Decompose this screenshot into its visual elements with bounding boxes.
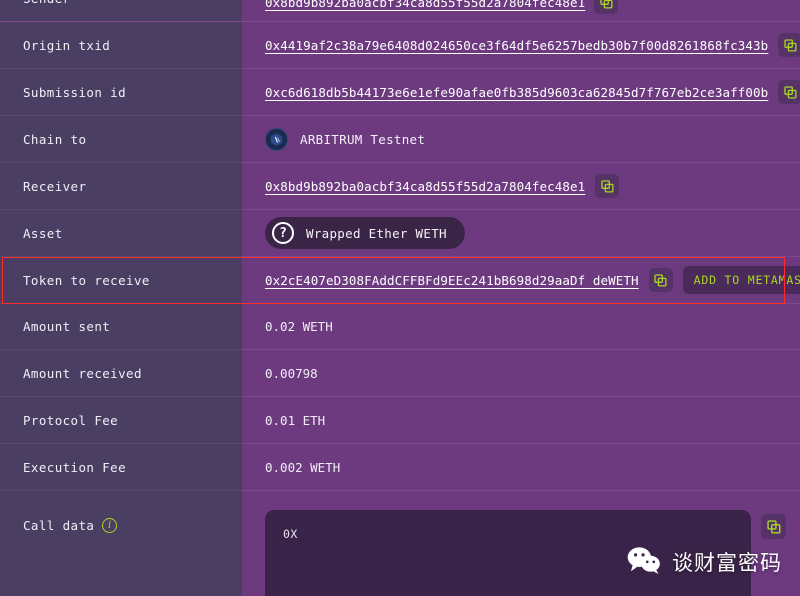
row-label-origin-txid: Origin txid [0,22,242,69]
row-value-asset: ? Wrapped Ether WETH [242,210,800,256]
row-value-amount-received: 0.00798 [242,350,800,396]
chain-name-label: ARBITRUM Testnet [300,132,425,147]
row-label-receiver: Receiver [0,163,242,210]
row-value-submission-id: 0xc6d618db5b44173e6e1efe90afae0fb385d960… [242,69,800,115]
row-value-execution-fee: 0.002 WETH [242,444,800,490]
row-value-amount-sent: 0.02 WETH [242,304,800,349]
table-row-receiver: Receiver 0x8bd9b892ba0acbf34ca8d55f55d2a… [0,163,800,210]
row-label-token-to-receive: Token to receive [0,257,242,304]
table-row-protocol-fee: Protocol Fee 0.01 ETH [0,397,800,444]
add-to-metamask-button[interactable]: ADD TO METAMASK [683,266,800,294]
row-label-sender: Sender [0,0,242,22]
table-row-execution-fee: Execution Fee 0.002 WETH [0,444,800,491]
call-data-textarea[interactable]: 0X [265,510,751,596]
label-text: Amount received [23,366,142,381]
asset-name-label: Wrapped Ether WETH [306,226,447,241]
row-label-asset: Asset [0,210,242,257]
row-value-chain-to: ARBITRUM Testnet [242,116,800,162]
table-row-chain-to: Chain to ARBITRUM Testnet [0,116,800,163]
question-icon: ? [272,222,294,244]
label-text: Receiver [23,179,86,194]
label-text: Token to receive [23,273,150,288]
label-text: Call data [23,518,94,533]
label-text: Protocol Fee [23,413,118,428]
copy-icon[interactable] [649,268,673,292]
copy-icon[interactable] [595,174,619,198]
row-value-sender: 0x8bd9b892ba0acbf34ca8d55f55d2a7804fec48… [242,0,800,21]
token-address-link[interactable]: 0x2cE407eD308FAddCFFBFd9EEc241bB698d29aa… [265,273,639,288]
row-value-origin-txid: 0x4419af2c38a79e6408d024650ce3f64df5e625… [242,22,800,68]
row-label-protocol-fee: Protocol Fee [0,397,242,444]
copy-icon[interactable] [594,0,618,14]
label-text: Origin txid [23,38,110,53]
table-row-call-data: Call data i 0X [0,491,800,596]
sender-address-link[interactable]: 0x8bd9b892ba0acbf34ca8d55f55d2a7804fec48… [265,0,585,10]
row-label-execution-fee: Execution Fee [0,444,242,491]
row-value-receiver: 0x8bd9b892ba0acbf34ca8d55f55d2a7804fec48… [242,163,800,209]
arbitrum-logo-icon [265,128,288,151]
transaction-details-table: Sender 0x8bd9b892ba0acbf34ca8d55f55d2a78… [0,0,800,596]
row-label-submission-id: Submission id [0,69,242,116]
label-text: Sender [23,0,71,6]
copy-icon[interactable] [761,514,786,539]
table-row-asset: Asset ? Wrapped Ether WETH [0,210,800,257]
label-text: Execution Fee [23,460,126,475]
submission-id-link[interactable]: 0xc6d618db5b44173e6e1efe90afae0fb385d960… [265,85,768,100]
asset-badge: ? Wrapped Ether WETH [265,217,465,249]
row-label-amount-received: Amount received [0,350,242,397]
table-row-token-to-receive: Token to receive 0x2cE407eD308FAddCFFBFd… [0,257,800,304]
row-value-call-data: 0X [242,491,800,596]
origin-txid-link[interactable]: 0x4419af2c38a79e6408d024650ce3f64df5e625… [265,38,768,53]
row-label-call-data: Call data i [0,491,242,596]
table-row-amount-received: Amount received 0.00798 [0,350,800,397]
table-row-amount-sent: Amount sent 0.02 WETH [0,304,800,350]
table-row-sender: Sender 0x8bd9b892ba0acbf34ca8d55f55d2a78… [0,0,800,22]
label-text: Chain to [23,132,86,147]
label-text: Asset [23,226,63,241]
label-text: Amount sent [23,319,110,334]
receiver-address-link[interactable]: 0x8bd9b892ba0acbf34ca8d55f55d2a7804fec48… [265,179,585,194]
table-row-origin-txid: Origin txid 0x4419af2c38a79e6408d024650c… [0,22,800,69]
row-label-chain-to: Chain to [0,116,242,163]
row-label-amount-sent: Amount sent [0,304,242,350]
info-icon[interactable]: i [102,518,117,533]
table-row-submission-id: Submission id 0xc6d618db5b44173e6e1efe90… [0,69,800,116]
row-value-token-to-receive: 0x2cE407eD308FAddCFFBFd9EEc241bB698d29aa… [242,257,800,303]
label-text: Submission id [23,85,126,100]
row-value-protocol-fee: 0.01 ETH [242,397,800,443]
copy-icon[interactable] [778,80,800,104]
copy-icon[interactable] [778,33,800,57]
